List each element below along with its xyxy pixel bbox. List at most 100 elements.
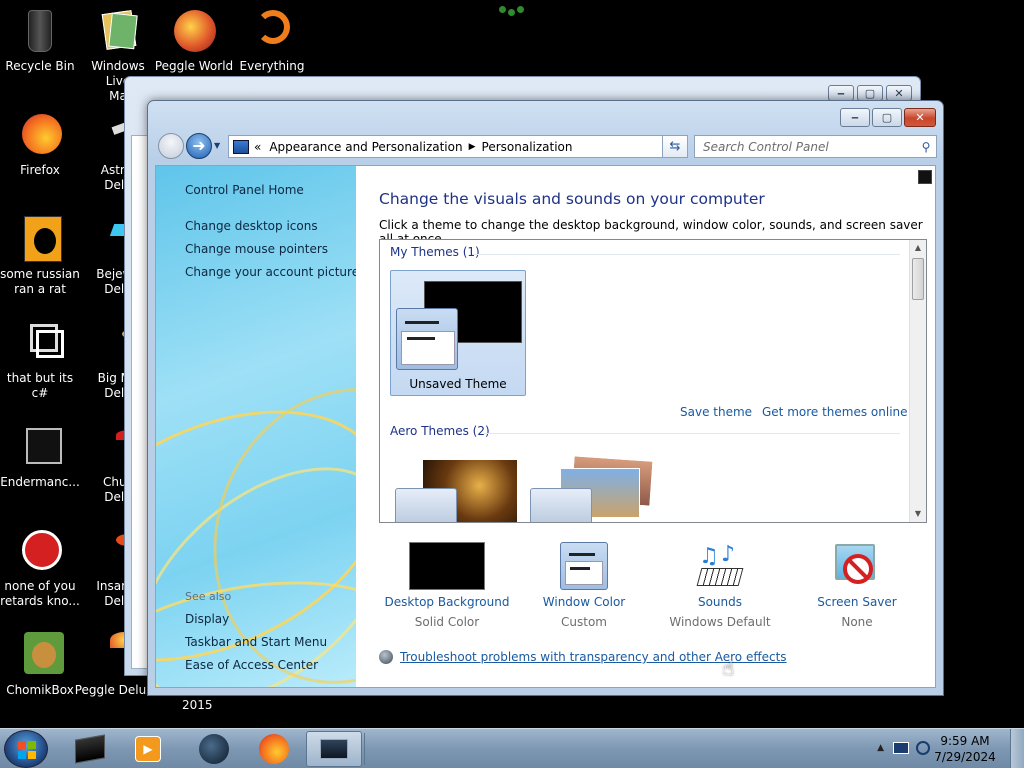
search-placeholder: Search Control Panel <box>703 139 829 154</box>
desktop-background-thumbnail <box>409 542 485 590</box>
taskbar-firefox[interactable] <box>246 731 302 767</box>
desktop-icon-none-of-you[interactable]: none of you retards kno... <box>0 528 80 609</box>
breadcrumb-personalization[interactable]: Personalization <box>482 140 573 154</box>
bg-close-button[interactable]: ✕ <box>886 85 912 101</box>
taskbar: ▶ ▲ 9:59 AM 7/29/2024 <box>0 728 1024 768</box>
desktop-background-item[interactable]: Desktop Background Solid Color <box>377 542 517 629</box>
theme-list[interactable]: My Themes (1) Unsaved Theme Save theme G… <box>379 239 927 523</box>
window-color-link[interactable]: Window Color <box>514 595 654 609</box>
desktop-background-value: Solid Color <box>414 615 480 629</box>
desktop-icon-chomikbox[interactable]: ChomikBox <box>0 632 80 698</box>
network-icon[interactable] <box>893 742 909 754</box>
taskbar-app-1[interactable] <box>62 731 118 767</box>
save-theme-link[interactable]: Save theme <box>680 405 752 419</box>
forward-button[interactable]: ➜ <box>186 133 212 159</box>
action-center-icon[interactable] <box>916 741 930 755</box>
close-button[interactable]: ✕ <box>904 108 936 127</box>
desktop-icon-recycle-bin[interactable]: Recycle Bin <box>0 8 80 74</box>
caption-buttons: ‒ ▢ ✕ <box>840 108 936 127</box>
sounds-icon: ♫ ♪ <box>695 542 745 590</box>
scroll-thumb[interactable] <box>912 258 924 300</box>
recycle-bin-icon <box>14 8 66 56</box>
navigation-bar: ➜ ▼ « Appearance and Personalization ▶ P… <box>156 133 937 159</box>
chomikbox-icon <box>14 632 66 680</box>
control-panel-home-link[interactable]: Control Panel Home <box>185 183 304 197</box>
top-indicator <box>497 4 527 16</box>
display-link[interactable]: Display <box>185 612 229 626</box>
task-pane: Control Panel Home Change desktop icons … <box>156 166 356 687</box>
breadcrumb-appearance[interactable]: Appearance and Personalization <box>269 140 462 154</box>
recent-pages-dropdown[interactable]: ▼ <box>214 141 220 150</box>
peggle-icon <box>168 8 220 56</box>
desktop-icon-everything[interactable]: Everything <box>232 8 312 74</box>
screen-saver-link[interactable]: Screen Saver <box>787 595 927 609</box>
screen-saver-item[interactable]: Screen Saver None <box>787 542 927 629</box>
everything-icon <box>246 8 298 56</box>
sounds-item[interactable]: ♫ ♪ Sounds Windows Default <box>650 542 790 629</box>
theme-aero-2[interactable] <box>530 454 654 522</box>
taskbar-control-panel[interactable] <box>306 731 362 767</box>
taskbar-media-player[interactable]: ▶ <box>120 731 176 767</box>
clock[interactable]: 9:59 AM 7/29/2024 <box>930 733 1000 765</box>
firefox-icon <box>259 734 289 764</box>
back-button[interactable] <box>158 133 184 159</box>
theme-unsaved[interactable]: Unsaved Theme <box>390 270 526 396</box>
help-icon[interactable] <box>918 170 932 184</box>
desktop-icon-firefox[interactable]: Firefox <box>0 112 80 178</box>
change-account-picture-link[interactable]: Change your account picture <box>185 265 356 279</box>
breadcrumb-prefix[interactable]: « <box>254 140 261 154</box>
app-icon <box>14 216 66 264</box>
scroll-up-icon[interactable]: ▲ <box>910 240 926 256</box>
personalization-window[interactable]: ‒ ▢ ✕ ➜ ▼ « Appearance and Personalizati… <box>147 100 944 696</box>
divider <box>472 254 900 255</box>
desktop-background-link[interactable]: Desktop Background <box>377 595 517 609</box>
see-also-label: See also <box>185 590 232 603</box>
bg-minimize-button[interactable]: ‒ <box>828 85 854 101</box>
app-icon <box>75 734 105 764</box>
get-more-themes-link[interactable]: Get more themes online <box>762 405 908 419</box>
control-panel-icon <box>320 739 348 759</box>
globe-icon <box>199 734 229 764</box>
app-icon <box>14 528 66 576</box>
year-label: 2015 <box>182 698 213 712</box>
taskbar-globe[interactable] <box>186 731 242 767</box>
theme-list-scrollbar[interactable]: ▲ ▼ <box>909 240 926 522</box>
change-desktop-icons-link[interactable]: Change desktop icons <box>185 219 318 233</box>
window-color-preview <box>396 308 458 370</box>
chevron-right-icon[interactable]: ▶ <box>469 142 476 152</box>
troubleshoot-icon <box>379 650 393 664</box>
console-icon <box>14 424 66 472</box>
media-player-icon: ▶ <box>135 736 161 762</box>
control-panel-icon <box>233 139 249 154</box>
maximize-button[interactable]: ▢ <box>872 108 902 127</box>
address-bar[interactable]: « Appearance and Personalization ▶ Perso… <box>228 135 688 158</box>
search-input[interactable]: Search Control Panel ⚲ <box>694 135 937 158</box>
ease-of-access-link[interactable]: Ease of Access Center <box>185 658 318 672</box>
search-icon[interactable]: ⚲ <box>916 140 936 154</box>
hand-cursor-icon: ☝ <box>722 656 735 680</box>
show-desktop-button[interactable] <box>1010 729 1024 768</box>
show-hidden-icons[interactable]: ▲ <box>877 743 884 753</box>
screen-saver-value: None <box>841 615 873 629</box>
window-color-item[interactable]: Window Color Custom <box>514 542 654 629</box>
change-mouse-pointers-link[interactable]: Change mouse pointers <box>185 242 328 256</box>
windows-live-icon <box>92 8 144 56</box>
content-pane: Change the visuals and sounds on your co… <box>356 166 935 687</box>
start-button[interactable] <box>4 730 48 768</box>
refresh-button[interactable]: ⇆ <box>662 135 688 158</box>
desktop-icon-that-but-its-cs[interactable]: that but its c# <box>0 320 80 401</box>
screen-saver-icon <box>833 542 881 590</box>
theme-aero-1[interactable] <box>395 458 517 522</box>
theme-name: Unsaved Theme <box>409 377 507 391</box>
desktop-icon-endermanch[interactable]: Endermanc... <box>0 424 80 490</box>
bg-maximize-button[interactable]: ▢ <box>857 85 883 101</box>
sounds-link[interactable]: Sounds <box>650 595 790 609</box>
shortcut-icon <box>14 320 66 368</box>
firefox-icon <box>14 112 66 160</box>
scroll-down-icon[interactable]: ▼ <box>910 506 926 522</box>
desktop-icon-some-russian[interactable]: some russian ran a rat <box>0 216 80 297</box>
desktop-icon-peggle-world[interactable]: Peggle World <box>154 8 234 74</box>
minimize-button[interactable]: ‒ <box>840 108 870 127</box>
taskbar-start-menu-link[interactable]: Taskbar and Start Menu <box>185 635 327 649</box>
my-themes-header: My Themes (1) <box>390 245 480 259</box>
